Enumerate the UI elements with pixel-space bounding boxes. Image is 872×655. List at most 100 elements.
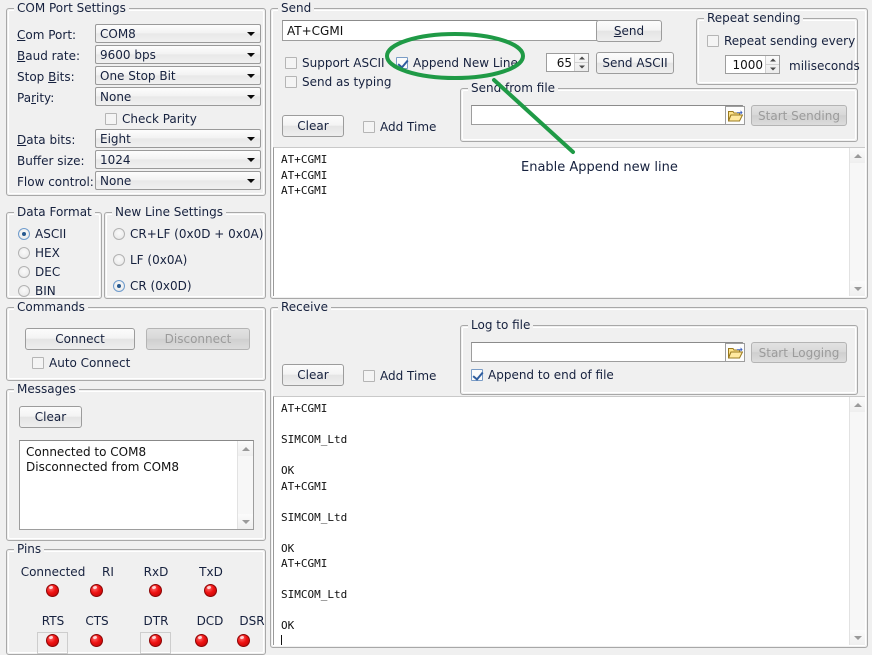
parity-value: None bbox=[100, 90, 131, 104]
commands-group: Commands Connect Disconnect Auto Connect bbox=[6, 307, 266, 381]
repeat-interval-value: 1000 bbox=[726, 56, 765, 73]
send-as-typing-checkbox[interactable]: Send as typing bbox=[285, 75, 391, 89]
receive-log-text: AT+CGMI SIMCOM_Ltd OK AT+CGMI SIMCOM_Ltd… bbox=[274, 397, 849, 645]
pin-label-rxd: RxD bbox=[130, 565, 182, 579]
data-format-option-ascii[interactable]: ASCII bbox=[18, 227, 66, 241]
auto-connect-checkbox[interactable]: Auto Connect bbox=[32, 356, 130, 370]
connect-button[interactable]: Connect bbox=[25, 328, 135, 350]
disconnect-button[interactable]: Disconnect bbox=[146, 328, 250, 350]
label-parity: Parity: bbox=[17, 91, 54, 105]
support-ascii-checkbox[interactable]: Support ASCII bbox=[285, 56, 385, 70]
send-ascii-button[interactable]: Send ASCII bbox=[596, 52, 674, 74]
spinner-arrows[interactable] bbox=[765, 56, 779, 73]
pin-label-connected: Connected bbox=[15, 565, 91, 579]
data-format-option-bin[interactable]: BIN bbox=[18, 284, 56, 298]
connect-button-label: Connect bbox=[55, 332, 105, 346]
new-line-settings-title: New Line Settings bbox=[112, 205, 226, 219]
repeat-interval-spinner[interactable]: 1000 bbox=[725, 55, 780, 74]
spinner-arrows[interactable] bbox=[574, 54, 588, 71]
spinner-down-icon[interactable] bbox=[575, 62, 588, 71]
ascii-code-value: 65 bbox=[547, 54, 574, 71]
scroll-down-arrow-icon[interactable] bbox=[850, 281, 865, 296]
new-line-option-lf[interactable]: LF (0x0A) bbox=[113, 253, 187, 267]
scroll-up-arrow-icon[interactable] bbox=[850, 148, 865, 163]
send-ascii-label: Send ASCII bbox=[602, 56, 667, 70]
scroll-down-arrow-icon[interactable] bbox=[850, 630, 865, 645]
scroll-down-arrow-icon[interactable] bbox=[238, 514, 253, 529]
pin-label-txd: TxD bbox=[185, 565, 237, 579]
start-sending-label: Start Sending bbox=[758, 109, 840, 123]
checkbox-box bbox=[32, 357, 44, 369]
chevron-down-icon bbox=[247, 53, 255, 57]
log-file-browse-button[interactable] bbox=[725, 343, 745, 362]
pin-label-dsr: DSR bbox=[228, 614, 276, 628]
spinner-down-icon[interactable] bbox=[766, 64, 779, 73]
new-line-cr-label: CR (0x0D) bbox=[130, 279, 192, 293]
append-new-line-checkbox[interactable]: Append New Line bbox=[396, 56, 518, 70]
buffer-size-combo[interactable]: 1024 bbox=[95, 150, 261, 169]
send-clear-button[interactable]: Clear bbox=[282, 115, 344, 137]
chevron-down-icon bbox=[247, 32, 255, 36]
pin-led-rts bbox=[46, 634, 59, 647]
com-port-combo[interactable]: COM8 bbox=[95, 24, 261, 43]
messages-scrollbar[interactable] bbox=[237, 441, 253, 529]
send-file-browse-button[interactable] bbox=[725, 106, 745, 125]
receive-clear-button[interactable]: Clear bbox=[282, 364, 344, 386]
data-format-option-dec[interactable]: DEC bbox=[18, 265, 60, 279]
label-com-port: Com Port: bbox=[17, 28, 76, 42]
spinner-up-icon[interactable] bbox=[766, 56, 779, 64]
scroll-up-arrow-icon[interactable] bbox=[238, 441, 253, 456]
checkbox-box bbox=[363, 370, 375, 382]
new-line-option-crlf[interactable]: CR+LF (0x0D + 0x0A) bbox=[113, 227, 263, 241]
commands-title: Commands bbox=[14, 300, 88, 314]
check-parity-checkbox[interactable]: Check Parity bbox=[105, 112, 197, 126]
messages-clear-button[interactable]: Clear bbox=[19, 406, 82, 428]
checkbox-box bbox=[471, 369, 483, 381]
start-logging-button[interactable]: Start Logging bbox=[751, 342, 847, 363]
checkbox-box bbox=[707, 35, 719, 47]
data-format-group: Data Format ASCII HEX DEC BIN bbox=[6, 212, 102, 299]
checkbox-box bbox=[396, 57, 408, 69]
send-from-file-group: Send from file Start Sending bbox=[460, 88, 858, 142]
send-add-time-checkbox[interactable]: Add Time bbox=[363, 120, 436, 134]
new-line-option-cr[interactable]: CR (0x0D) bbox=[113, 279, 192, 293]
label-buffer-size: Buffer size: bbox=[17, 154, 85, 168]
send-group: Send AT+CGMI Send Support ASCII Append N… bbox=[270, 8, 868, 299]
receive-log-scrollbar[interactable] bbox=[849, 397, 865, 645]
radio-dot bbox=[113, 254, 125, 266]
stop-bits-combo[interactable]: One Stop Bit bbox=[95, 66, 261, 85]
send-file-path-input[interactable] bbox=[471, 105, 743, 125]
send-command-value: AT+CGMI bbox=[287, 24, 343, 38]
baud-rate-combo[interactable]: 9600 bps bbox=[95, 45, 261, 64]
radio-dot bbox=[113, 228, 125, 240]
messages-log[interactable]: Connected to COM8 Disconnected from COM8 bbox=[19, 440, 254, 530]
messages-clear-label: Clear bbox=[35, 410, 66, 424]
baud-rate-value: 9600 bps bbox=[100, 48, 156, 62]
ascii-code-spinner[interactable]: 65 bbox=[546, 53, 589, 72]
data-format-bin-label: BIN bbox=[35, 284, 56, 298]
data-format-option-hex[interactable]: HEX bbox=[18, 246, 60, 260]
send-button[interactable]: Send bbox=[596, 20, 662, 42]
data-bits-combo[interactable]: Eight bbox=[95, 129, 261, 148]
label-flow-control: Flow control: bbox=[17, 175, 94, 189]
send-clear-label: Clear bbox=[297, 119, 328, 133]
scroll-up-arrow-icon[interactable] bbox=[850, 397, 865, 412]
parity-combo[interactable]: None bbox=[95, 87, 261, 106]
receive-log-pane[interactable]: AT+CGMI SIMCOM_Ltd OK AT+CGMI SIMCOM_Ltd… bbox=[273, 396, 865, 645]
send-log-scrollbar[interactable] bbox=[849, 148, 865, 296]
chevron-down-icon bbox=[247, 137, 255, 141]
new-line-settings-group: New Line Settings CR+LF (0x0D + 0x0A) LF… bbox=[104, 212, 266, 299]
radio-dot bbox=[18, 285, 30, 297]
send-command-input[interactable]: AT+CGMI bbox=[282, 20, 598, 41]
start-sending-button[interactable]: Start Sending bbox=[751, 105, 847, 126]
log-file-path-input[interactable] bbox=[471, 342, 743, 362]
checkbox-box bbox=[285, 76, 297, 88]
receive-add-time-checkbox[interactable]: Add Time bbox=[363, 369, 436, 383]
spinner-up-icon[interactable] bbox=[575, 54, 588, 62]
flow-control-combo[interactable]: None bbox=[95, 171, 261, 190]
repeat-sending-checkbox[interactable]: Repeat sending every bbox=[707, 34, 855, 48]
receive-title: Receive bbox=[278, 300, 331, 314]
repeat-sending-group: Repeat sending Repeat sending every 1000… bbox=[696, 18, 858, 85]
radio-dot bbox=[18, 228, 30, 240]
append-to-end-checkbox[interactable]: Append to end of file bbox=[471, 368, 614, 382]
